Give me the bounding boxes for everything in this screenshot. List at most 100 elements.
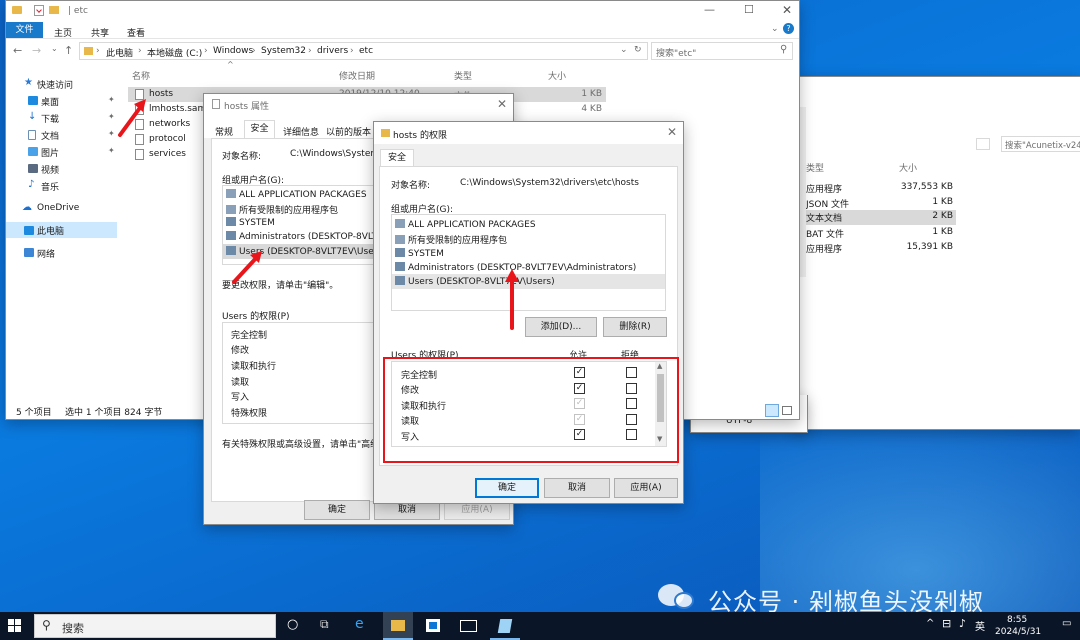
back-search-box[interactable]: 搜索"Acunetix-v24 (1001, 136, 1080, 152)
maximize-button[interactable]: ☐ (744, 3, 754, 16)
perm-user-list[interactable]: ALL APPLICATION PACKAGES 所有受限制的应用程序包 SYS… (391, 214, 666, 311)
tray-chevron-icon[interactable]: ^ (926, 618, 934, 629)
edge-icon[interactable]: e (355, 616, 364, 632)
col-size[interactable]: 大小 (548, 69, 566, 82)
perm-cancel-button[interactable]: 取消 (544, 478, 610, 498)
list-item[interactable]: 所有受限制的应用程序包 (226, 203, 338, 216)
perm-apply-button[interactable]: 应用(A) (614, 478, 678, 498)
back-row-1[interactable]: JSON 文件 1 KB (796, 196, 956, 210)
permissions-title-bar[interactable]: hosts 的权限 ✕ (374, 122, 683, 144)
col-name[interactable]: 名称 (132, 69, 150, 82)
nav-pictures[interactable]: 图片 ✦ (22, 145, 117, 159)
col-size[interactable]: 大小 (899, 161, 917, 174)
minimize-button[interactable]: — (704, 3, 715, 16)
details-view-icon[interactable] (765, 404, 779, 417)
clock-time[interactable]: 8:55 (1007, 615, 1027, 625)
list-item[interactable]: ALL APPLICATION PACKAGES (395, 219, 536, 230)
list-item[interactable]: SYSTEM (226, 217, 275, 228)
large-icons-view-icon[interactable] (782, 406, 792, 415)
watermark: 公众号 · 剁椒鱼头没剁椒 (658, 580, 1058, 616)
col-type[interactable]: 类型 (806, 161, 824, 174)
nav-network[interactable]: 网络 (22, 246, 117, 260)
document-icon (28, 130, 36, 140)
nav-this-pc[interactable]: 此电脑 (6, 222, 117, 238)
volume-icon[interactable]: ♪ (959, 617, 966, 630)
back-row-2[interactable]: 文本文档 2 KB (796, 210, 956, 225)
pin-icon[interactable]: ✦ (108, 146, 115, 155)
wechat-icon-small (674, 592, 694, 609)
remove-button[interactable]: 删除(R) (603, 317, 667, 337)
recent-icon[interactable]: ⌄ (51, 44, 58, 53)
tab-home[interactable]: 主页 (54, 26, 72, 39)
users-icon (226, 205, 236, 214)
nav-documents[interactable]: 文档 ✦ (22, 128, 117, 142)
taskbar-search[interactable]: ⚲ 搜索 (34, 614, 276, 638)
search-icon[interactable]: ⚲ (780, 44, 787, 55)
notepad-taskbar-icon[interactable] (490, 612, 520, 640)
list-item[interactable]: SYSTEM (395, 248, 444, 259)
list-item[interactable]: 所有受限制的应用程序包 (395, 233, 507, 246)
users-icon (395, 262, 405, 271)
tab-details[interactable]: 详细信息 (283, 125, 319, 138)
tab-security[interactable]: 安全 (380, 149, 414, 166)
tab-general[interactable]: 常规 (215, 125, 233, 138)
start-button[interactable] (8, 619, 22, 633)
back-row-3[interactable]: BAT 文件 1 KB (796, 226, 956, 240)
explorer-taskbar-icon[interactable] (383, 612, 413, 640)
tab-previous-versions[interactable]: 以前的版本 (326, 125, 371, 138)
mail-icon[interactable] (460, 620, 477, 632)
users-icon (395, 235, 405, 244)
timeline-icon[interactable]: ⧉ (320, 617, 329, 632)
tab-view[interactable]: 查看 (127, 26, 145, 39)
add-button[interactable]: 添加(D)... (525, 317, 597, 337)
properties-title-bar[interactable]: hosts 属性 ✕ (204, 94, 513, 116)
address-bar[interactable]: › 此电脑 › 本地磁盘 (C:) › Windows › System32 ›… (79, 42, 648, 60)
input-language[interactable]: 英 (975, 618, 985, 633)
tab-security[interactable]: 安全 (244, 120, 275, 138)
nav-onedrive[interactable]: ☁ OneDrive (22, 202, 117, 216)
nav-desktop[interactable]: 桌面 ✦ (22, 94, 117, 108)
permissions-dialog[interactable]: hosts 的权限 ✕ 安全 对象名称: C:\Windows\System32… (373, 121, 684, 504)
forward-icon[interactable]: → (32, 44, 41, 57)
tab-share[interactable]: 共享 (91, 26, 109, 39)
props-perm-list: 完全控制 修改 读取和执行 读取 写入 特殊权限 (222, 322, 382, 424)
folder-icon (381, 129, 390, 137)
properties-icon[interactable] (34, 5, 44, 16)
nav-downloads[interactable]: ↓ 下载 ✦ (22, 111, 117, 125)
close-button[interactable]: ✕ (782, 3, 792, 17)
users-icon (395, 219, 405, 228)
new-folder-icon[interactable] (49, 6, 59, 14)
props-ok-button[interactable]: 确定 (304, 500, 370, 520)
folder-icon (12, 6, 22, 14)
back-row-0[interactable]: 应用程序 337,553 KB (796, 181, 956, 195)
col-date[interactable]: 修改日期 (339, 69, 375, 82)
perm-ok-button[interactable]: 确定 (475, 478, 539, 498)
ribbon-expand-icon[interactable]: ⌄ (771, 24, 779, 34)
store-icon[interactable] (426, 619, 440, 632)
back-icon[interactable]: ← (13, 44, 22, 57)
address-dropdown-icon[interactable]: ⌄ (620, 45, 628, 55)
back-row-4[interactable]: 应用程序 15,391 KB (796, 241, 956, 255)
search-box[interactable]: 搜索"etc" ⚲ (651, 42, 793, 60)
back-explorer-window[interactable]: 搜索"Acunetix-v24 类型 大小 应用程序 337,553 KB JS… (795, 76, 1080, 430)
list-item[interactable]: Users (DESKTOP-8VLT7EV\Users) (392, 274, 665, 289)
annotation-arrow-hosts (118, 99, 146, 137)
nav-music[interactable]: ♪ 音乐 (22, 179, 117, 193)
list-item[interactable]: Administrators (DESKTOP-8VLT7E (226, 231, 381, 242)
close-button[interactable]: ✕ (667, 125, 677, 139)
window-title: | etc (68, 6, 88, 16)
up-icon[interactable]: ↑ (64, 44, 73, 57)
refresh-icon[interactable]: ↻ (634, 45, 642, 55)
tab-file[interactable]: 文件 (6, 22, 43, 38)
nav-quick-access[interactable]: ★ 快速访问 (22, 77, 117, 91)
list-item[interactable]: ALL APPLICATION PACKAGES (226, 189, 367, 200)
clock-date[interactable]: 2024/5/31 (995, 627, 1041, 637)
network-tray-icon[interactable]: ⊟ (942, 617, 951, 630)
notification-icon[interactable]: ▭ (1062, 618, 1071, 629)
nav-videos[interactable]: 视频 (22, 162, 117, 176)
col-type[interactable]: 类型 (454, 69, 472, 82)
task-view-icon[interactable]: ○ (287, 617, 298, 632)
title-bar[interactable]: | etc — ☐ ✕ (6, 1, 799, 21)
help-icon[interactable]: ? (783, 23, 794, 34)
close-button[interactable]: ✕ (497, 97, 507, 111)
